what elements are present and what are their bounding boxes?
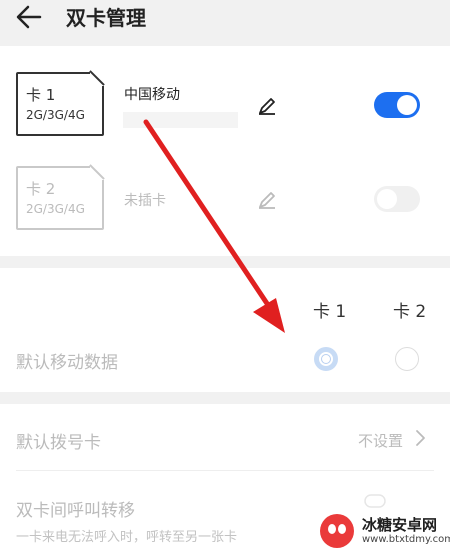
call-forward-description: 一卡来电无法呼入时，呼转至另一张卡 [16, 530, 238, 545]
watermark-logo-icon [320, 514, 354, 548]
default-dial-label[interactable]: 默认拨号卡 [16, 428, 101, 453]
back-arrow-icon[interactable] [14, 2, 44, 32]
watermark-name: 冰糖安卓网 [362, 516, 438, 534]
sim-2-slot-label: 卡 2 [26, 180, 56, 198]
edit-pencil-icon-disabled [259, 192, 275, 209]
watermark: 冰糖安卓网 www.btxtdmy.com [314, 512, 450, 550]
sim-card-2-icon: 卡 2 2G/3G/4G [16, 166, 104, 230]
default-data-card-1-radio[interactable] [314, 347, 338, 371]
edit-pencil-icon[interactable] [257, 96, 277, 116]
column-card-2: 卡 2 [393, 302, 427, 322]
divider [16, 470, 434, 471]
sim-2-toggle [374, 186, 420, 212]
watermark-url: www.btxtdmy.com [362, 534, 450, 545]
sim-1-network: 2G/3G/4G [26, 108, 85, 122]
chevron-right-icon[interactable] [414, 429, 426, 447]
sim-2-network: 2G/3G/4G [26, 202, 85, 216]
default-dial-value[interactable]: 不设置 [358, 430, 403, 451]
call-forward-label[interactable]: 双卡间呼叫转移 [16, 496, 135, 521]
default-data-card-2-radio[interactable] [395, 347, 419, 371]
column-card-1: 卡 1 [313, 302, 347, 322]
app-bar: 双卡管理 [0, 0, 450, 40]
sim-1-slot-label: 卡 1 [26, 86, 56, 104]
sim-2-carrier: 未插卡 [124, 193, 166, 209]
page-title: 双卡管理 [66, 6, 146, 30]
sim-1-carrier: 中国移动 [124, 87, 180, 103]
default-data-label: 默认移动数据 [16, 353, 118, 373]
sim-card-1-icon: 卡 1 2G/3G/4G [16, 72, 104, 136]
toggle-partial-icon[interactable] [364, 494, 386, 508]
sim-1-number-placeholder [123, 112, 238, 128]
sim-1-toggle[interactable] [374, 92, 420, 118]
default-data-section [0, 268, 450, 392]
